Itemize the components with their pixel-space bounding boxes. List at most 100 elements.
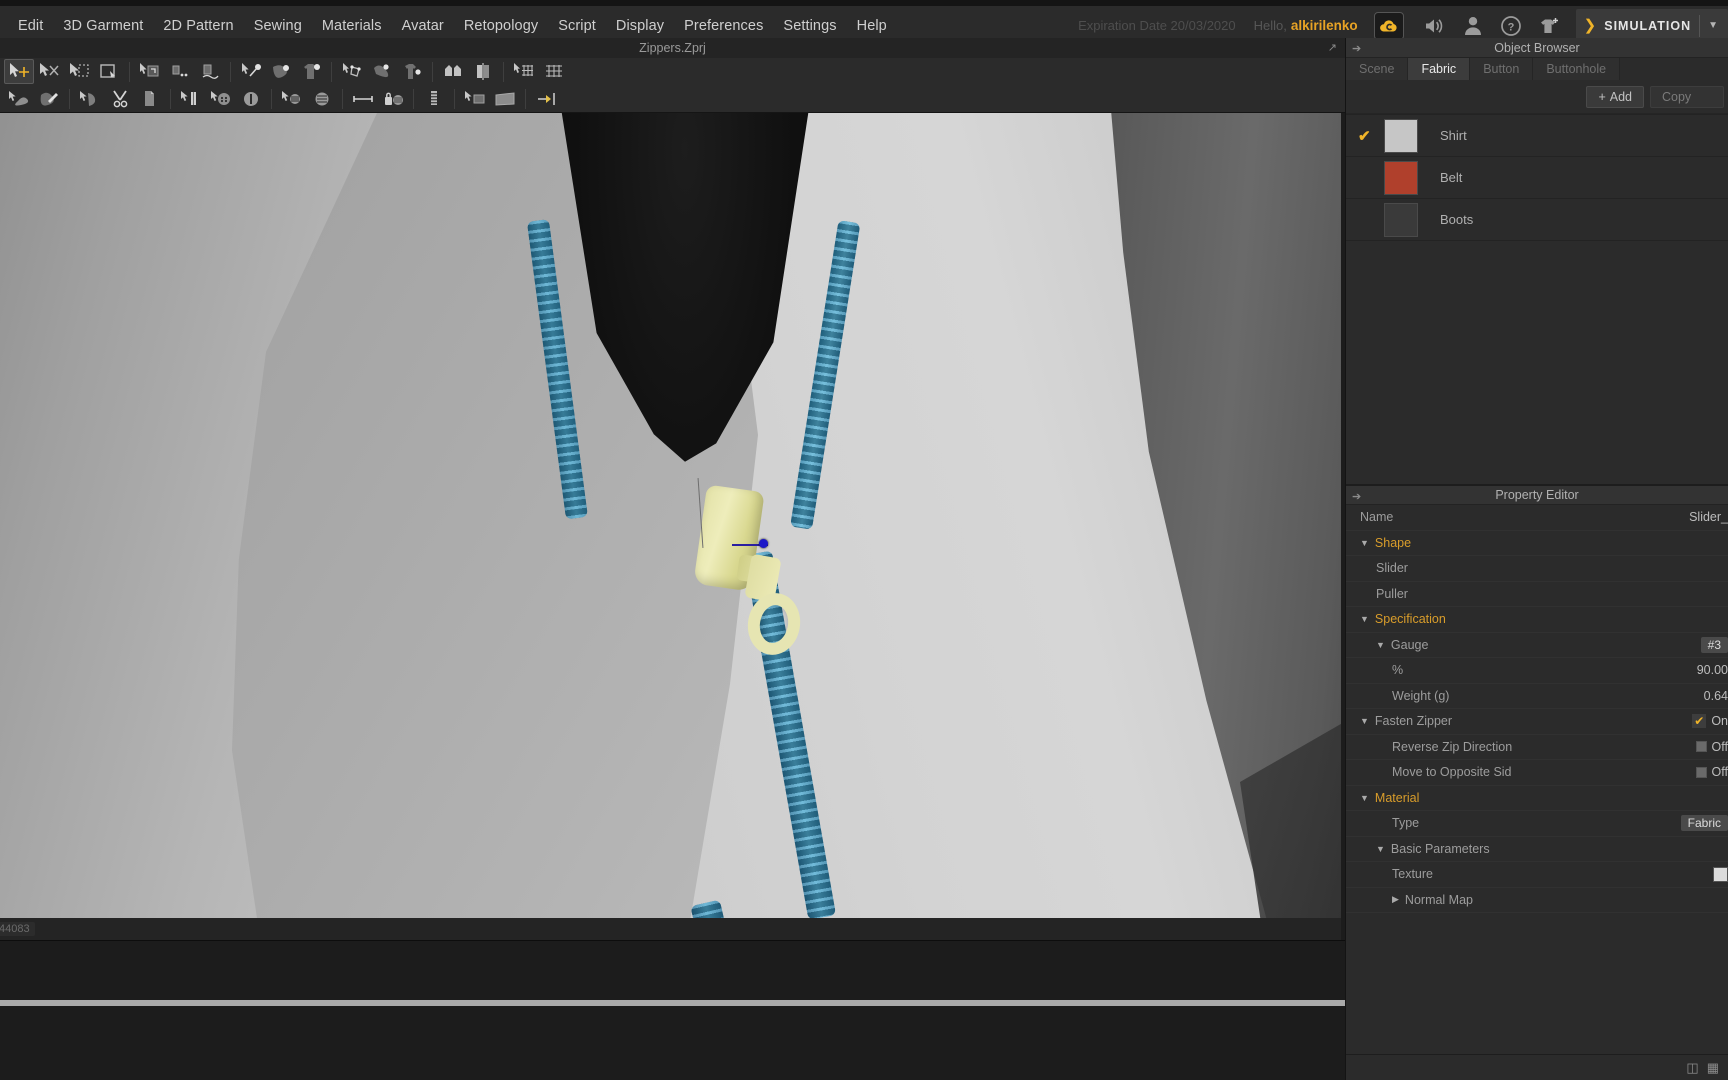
chevron-down-icon[interactable]: ▼	[1376, 844, 1385, 854]
menu-item-avatar[interactable]: Avatar	[392, 13, 454, 39]
select-move-tool[interactable]	[4, 59, 34, 84]
chevron-right-icon[interactable]: ▶	[1392, 894, 1399, 905]
layer-tool[interactable]	[135, 86, 165, 111]
grid-edit-tool[interactable]	[539, 59, 569, 84]
horizontal-scrollbar[interactable]	[0, 1000, 1345, 1006]
property-value[interactable]: Off	[1695, 765, 1728, 779]
buttonhole-tool[interactable]	[236, 86, 266, 111]
property-row[interactable]: ▼ Specification	[1346, 607, 1728, 633]
pen-tool[interactable]	[34, 86, 64, 111]
scissors-tool[interactable]	[105, 86, 135, 111]
zipper-tool[interactable]	[176, 86, 206, 111]
property-value[interactable]	[1713, 866, 1728, 882]
chevron-down-icon[interactable]: ▼	[1360, 793, 1369, 803]
mirror-pattern-tool[interactable]	[468, 59, 498, 84]
property-value[interactable]: 90.00	[1697, 663, 1728, 677]
transform-pattern-tool[interactable]	[94, 59, 124, 84]
button-tool[interactable]	[206, 86, 236, 111]
box-tool[interactable]	[490, 86, 520, 111]
property-value-box[interactable]: Fabric	[1680, 815, 1728, 832]
fold-tool[interactable]	[367, 59, 397, 84]
menu-item-retopology[interactable]: Retopology	[454, 13, 548, 39]
property-row[interactable]: ▼ Basic Parameters	[1346, 837, 1728, 862]
select-mesh-tool[interactable]	[34, 59, 64, 84]
property-row[interactable]: Name Slider_	[1346, 505, 1728, 531]
table-row[interactable]: Boots	[1346, 199, 1728, 241]
chevron-down-icon[interactable]: ▼	[1360, 614, 1369, 624]
property-row[interactable]: ▼ Gauge #3	[1346, 633, 1728, 658]
property-value[interactable]: Fabric	[1680, 815, 1728, 832]
gizmo-center-handle[interactable]	[759, 539, 768, 548]
fabric-checkmark[interactable]: ✔	[1358, 127, 1384, 145]
polygon-select-tool[interactable]	[337, 59, 367, 84]
menu-item-sewing[interactable]: Sewing	[244, 13, 312, 39]
tack-on-avatar-tool[interactable]	[296, 59, 326, 84]
chevron-down-icon[interactable]: ▼	[1376, 640, 1385, 650]
tab-fabric[interactable]: Fabric	[1408, 58, 1471, 80]
fabric-color-swatch[interactable]	[1384, 160, 1418, 195]
property-row[interactable]: Texture	[1346, 862, 1728, 888]
property-value[interactable]: #3	[1700, 636, 1728, 653]
property-value[interactable]: ✔ On	[1692, 714, 1728, 729]
brush-tool[interactable]	[4, 86, 34, 111]
grid-tool[interactable]	[509, 59, 539, 84]
pin-tool[interactable]	[236, 59, 266, 84]
menu-item-3d-garment[interactable]: 3D Garment	[53, 13, 153, 39]
caret-down-icon[interactable]: ▼	[1708, 20, 1718, 31]
3d-viewport[interactable]	[0, 113, 1341, 918]
split-view-icon[interactable]: ◫	[1686, 1060, 1698, 1076]
circle-stitch-tool[interactable]	[307, 86, 337, 111]
popout-icon[interactable]: ↗	[1328, 41, 1337, 54]
menu-item-edit[interactable]: Edit	[8, 13, 53, 39]
menu-item-preferences[interactable]: Preferences	[674, 13, 773, 39]
fabric-color-swatch[interactable]	[1384, 118, 1418, 153]
select-box-mesh-tool[interactable]	[64, 59, 94, 84]
measure-tool[interactable]	[348, 86, 378, 111]
select-edge-tool[interactable]	[75, 86, 105, 111]
menu-item-display[interactable]: Display	[606, 13, 674, 39]
property-row[interactable]: % 90.00	[1346, 658, 1728, 684]
free-sewing-tool[interactable]	[195, 59, 225, 84]
property-value[interactable]: Off	[1695, 740, 1728, 754]
pleat-tool[interactable]	[397, 59, 427, 84]
table-row[interactable]: ✔ Shirt	[1346, 115, 1728, 157]
zipper-edit-tool[interactable]	[419, 86, 449, 111]
checkbox-unchecked-icon[interactable]	[1695, 766, 1707, 778]
cloud-icon[interactable]	[1373, 11, 1404, 40]
property-value[interactable]: Slider_	[1689, 510, 1728, 524]
menu-item-help[interactable]: Help	[847, 13, 897, 39]
menu-item-materials[interactable]: Materials	[312, 13, 392, 39]
lock-tool[interactable]	[378, 86, 408, 111]
table-row[interactable]: Belt	[1346, 157, 1728, 199]
plane-tool[interactable]	[460, 86, 490, 111]
snap-tool[interactable]	[531, 86, 561, 111]
add-button[interactable]: + Add	[1586, 85, 1644, 108]
property-row[interactable]: ▼ Shape	[1346, 531, 1728, 556]
fold-arrangement-tool[interactable]	[135, 59, 165, 84]
property-value-box[interactable]: #3	[1700, 636, 1728, 653]
property-row[interactable]: Weight (g) 0.64	[1346, 684, 1728, 709]
pin-icon[interactable]: ➔	[1352, 490, 1361, 503]
property-row[interactable]: ▶ Normal Map	[1346, 888, 1728, 913]
symmetric-pattern-tool[interactable]	[438, 59, 468, 84]
checkbox-checked-icon[interactable]: ✔	[1692, 714, 1707, 729]
property-row[interactable]: Move to Opposite Sid Off	[1346, 760, 1728, 786]
copy-button[interactable]: Copy	[1650, 85, 1724, 108]
tack-tool[interactable]	[266, 59, 296, 84]
topstitch-tool[interactable]	[277, 86, 307, 111]
property-row[interactable]: Type Fabric	[1346, 811, 1728, 837]
menu-item-settings[interactable]: Settings	[773, 13, 846, 39]
checkbox-unchecked-icon[interactable]	[1695, 741, 1707, 753]
tab-button[interactable]: Button	[1470, 58, 1534, 80]
grid-view-icon[interactable]: ▦	[1707, 1060, 1719, 1076]
tab-buttonhole[interactable]: Buttonhole	[1533, 58, 1621, 80]
segment-sewing-tool[interactable]	[165, 59, 195, 84]
property-row[interactable]: ▼ Material	[1346, 786, 1728, 811]
property-value[interactable]: 0.64	[1704, 689, 1728, 703]
property-row[interactable]: Reverse Zip Direction Off	[1346, 735, 1728, 760]
tab-scene[interactable]: Scene	[1346, 58, 1409, 80]
property-row[interactable]: Slider	[1346, 556, 1728, 582]
property-row[interactable]: Puller	[1346, 582, 1728, 607]
pin-icon[interactable]: ➔	[1352, 42, 1361, 55]
property-row[interactable]: ▼ Fasten Zipper ✔ On	[1346, 709, 1728, 735]
